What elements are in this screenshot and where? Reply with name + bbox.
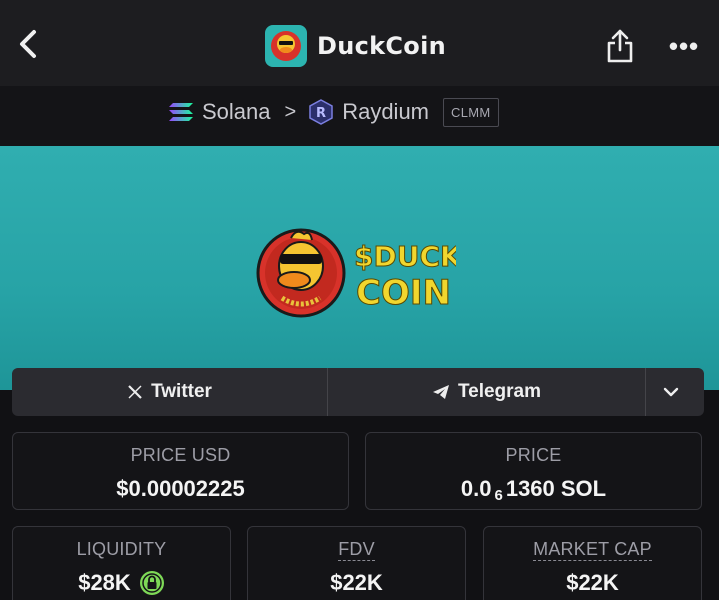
title-group: DuckCoin	[265, 24, 446, 68]
market-cap-label[interactable]: MARKET CAP	[533, 539, 652, 561]
x-logo-icon	[128, 385, 142, 399]
svg-text:R: R	[316, 106, 326, 121]
social-links-bar: Twitter Telegram	[12, 368, 704, 416]
solana-icon	[169, 103, 193, 121]
lock-icon[interactable]	[139, 570, 165, 596]
chevron-left-icon	[20, 30, 36, 58]
twitter-label: Twitter	[151, 381, 212, 402]
network-link[interactable]: Solana	[202, 99, 271, 125]
price-sol-card: PRICE 0.0 6 1360 SOL	[365, 432, 702, 510]
token-banner: $DUCK COIN	[0, 146, 719, 390]
liquidity-value-row: $28K	[13, 570, 230, 596]
liquidity-label: LIQUIDITY	[76, 539, 167, 559]
market-cap-value: $22K	[566, 570, 619, 595]
price-sol-label: PRICE	[505, 445, 562, 465]
telegram-label: Telegram	[457, 381, 542, 402]
fdv-card: FDV $22K	[247, 526, 466, 600]
price-usd-value: $0.00002225	[116, 476, 245, 501]
more-options-button[interactable]: •••	[664, 24, 704, 68]
dex-link[interactable]: Raydium	[342, 99, 429, 125]
price-usd-label: PRICE USD	[130, 445, 231, 465]
price-sol-value: 0.0 6 1360 SOL	[366, 476, 701, 504]
duckcoin-banner-logo: $DUCK COIN	[256, 228, 456, 318]
back-button[interactable]	[8, 22, 48, 66]
banner-logo-line1: $DUCK	[354, 240, 456, 273]
telegram-link-button[interactable]: Telegram	[328, 368, 646, 416]
chevron-down-icon	[663, 387, 679, 397]
more-links-button[interactable]	[646, 368, 704, 416]
page-title: DuckCoin	[317, 32, 447, 60]
raydium-icon: R	[309, 99, 333, 125]
duckcoin-logo-icon	[265, 25, 307, 67]
price-sol-zero-count: 6	[494, 486, 503, 504]
price-sol-suffix: 1360 SOL	[505, 476, 607, 501]
breadcrumb: Solana > R Raydium CLMM	[168, 96, 499, 128]
share-button[interactable]	[600, 24, 640, 68]
price-usd-card: PRICE USD $0.00002225	[12, 432, 349, 510]
liquidity-value: $28K	[78, 570, 131, 595]
pool-type-badge: CLMM	[443, 97, 499, 127]
telegram-icon	[432, 385, 449, 399]
banner-logo-line2: COIN	[356, 273, 451, 313]
price-sol-prefix: 0.0	[460, 476, 492, 501]
share-icon	[607, 29, 633, 63]
market-cap-card: MARKET CAP $22K	[483, 526, 702, 600]
twitter-link-button[interactable]: Twitter	[12, 368, 328, 416]
fdv-value: $22K	[330, 570, 383, 595]
liquidity-card: LIQUIDITY $28K	[12, 526, 231, 600]
fdv-label[interactable]: FDV	[338, 539, 375, 561]
breadcrumb-separator: >	[284, 100, 297, 123]
